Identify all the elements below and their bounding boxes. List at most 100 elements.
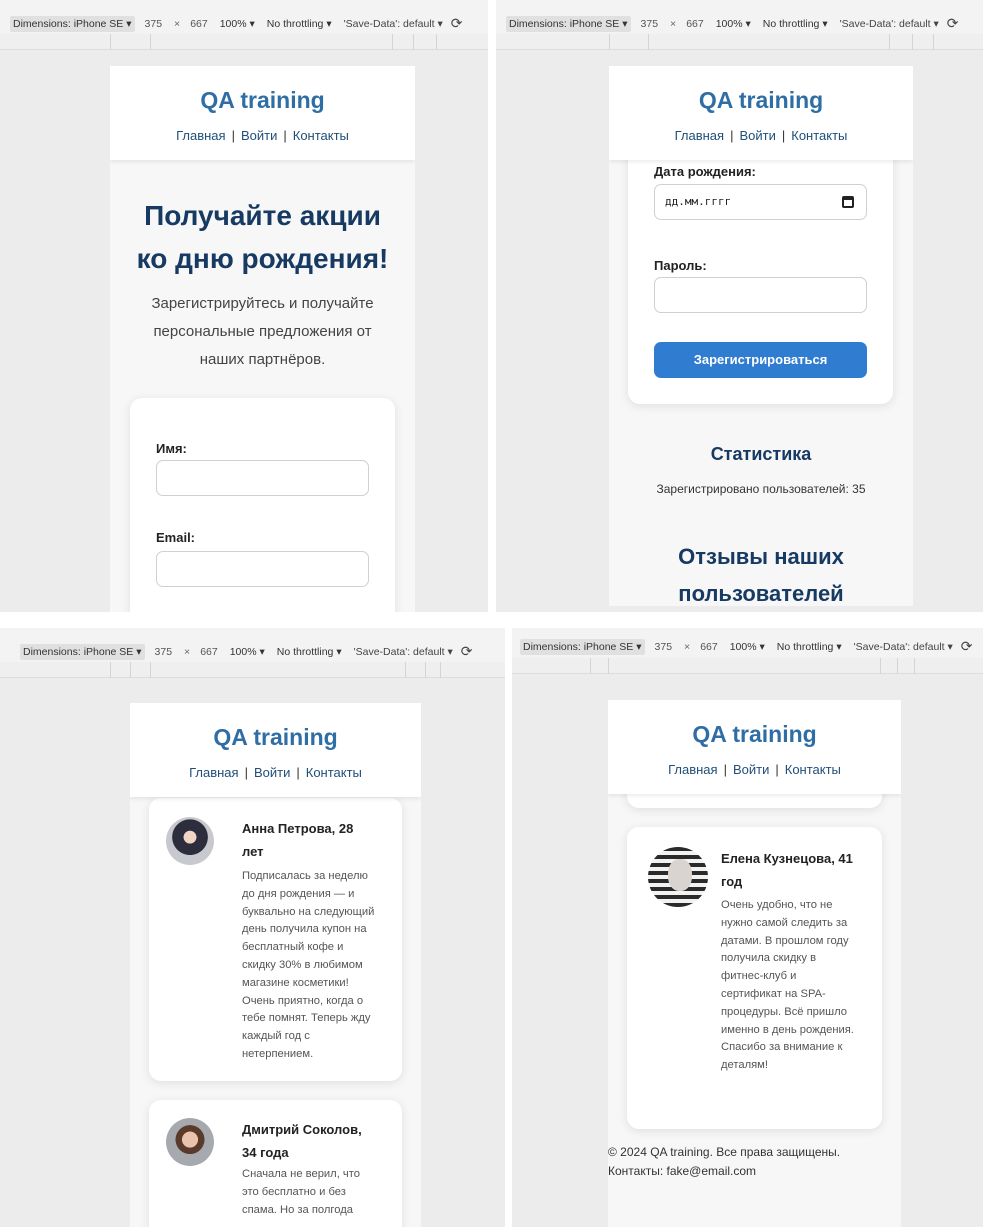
main-nav: Главная | Войти | Контакты (189, 765, 362, 780)
stats-title: Статистика (710, 444, 812, 464)
times-sign: × (184, 645, 191, 658)
review-name-line-1: Елена Кузнецова, 41 (721, 851, 853, 866)
times-sign: × (684, 640, 691, 653)
birthdate-label: Дата рождения: (654, 164, 756, 179)
nav-login[interactable]: Войти (254, 765, 290, 780)
review-card-dmitry: Дмитрий Соколов, 34 года Сначала не вери… (149, 1100, 402, 1227)
device-viewport: Анна Петрова, 28 лет Подписалась за неде… (130, 703, 421, 1227)
media-query-ruler (512, 658, 983, 674)
throttling-dropdown[interactable]: No throttling ▾ (277, 646, 342, 658)
site-header: QA training Главная | Войти | Контакты (609, 66, 913, 160)
media-query-ruler (0, 662, 505, 678)
height-value[interactable]: 667 (700, 641, 718, 653)
width-value[interactable]: 375 (145, 18, 163, 30)
review-name-line-1: Дмитрий Соколов, (242, 1122, 362, 1137)
hero-title-line-2: ко дню рождения! (136, 243, 389, 274)
nav-login[interactable]: Войти (241, 128, 277, 143)
save-data-dropdown[interactable]: 'Save-Data': default ▾ (854, 641, 953, 653)
media-query-ruler (0, 34, 488, 50)
footer-copyright: © 2024 QA training. Все права защищены. (608, 1145, 841, 1159)
avatar-elena-face (668, 859, 692, 891)
throttling-dropdown[interactable]: No throttling ▾ (763, 18, 828, 30)
throttling-dropdown[interactable]: No throttling ▾ (267, 18, 332, 30)
screenshot-panel-bottom-left: Dimensions: iPhone SE ▾ 375 × 667 100% ▾… (0, 628, 505, 1227)
screenshot-panel-bottom-right: Dimensions: iPhone SE ▾ 375 × 667 100% ▾… (512, 628, 983, 1227)
rotate-icon[interactable]: ⟳ (461, 643, 473, 660)
hero-subtitle-line-2: персональные предложения от (153, 323, 372, 340)
devtools-toolbar: Dimensions: iPhone SE ▾ 375 × 667 100% ▾… (0, 628, 505, 662)
birthdate-input[interactable]: дд.мм.гггг (654, 184, 867, 220)
site-header: QA training Главная | Войти | Контакты (130, 703, 421, 797)
nav-login[interactable]: Войти (739, 128, 775, 143)
email-input[interactable] (156, 551, 369, 587)
width-value[interactable]: 375 (155, 646, 173, 658)
height-value[interactable]: 667 (686, 18, 704, 30)
hero-subtitle-line-1: Зарегистрируйтесь и получайте (151, 295, 374, 312)
avatar-dmitry (166, 1118, 214, 1166)
footer: © 2024 QA training. Все права защищены. … (608, 1143, 840, 1181)
zoom-dropdown[interactable]: 100% ▾ (730, 641, 765, 653)
nav-contacts[interactable]: Контакты (791, 128, 847, 143)
devtools-toolbar: Dimensions: iPhone SE ▾ 375 × 667 100% ▾… (0, 0, 488, 34)
dimensions-dropdown[interactable]: Dimensions: iPhone SE ▾ (10, 15, 135, 32)
rotate-icon[interactable]: ⟳ (947, 15, 959, 32)
zoom-dropdown[interactable]: 100% ▾ (716, 18, 751, 30)
device-viewport: Елена Кузнецова, 41 год Очень удобно, чт… (608, 700, 901, 1227)
site-logo[interactable]: QA training (609, 66, 913, 114)
reviews-title-line-2: пользователей (678, 581, 844, 606)
nav-login[interactable]: Войти (733, 762, 769, 777)
main-nav: Главная | Войти | Контакты (674, 128, 848, 143)
review-card-elena: Елена Кузнецова, 41 год Очень удобно, чт… (627, 827, 882, 1129)
width-value[interactable]: 375 (641, 18, 659, 30)
avatar-anna (166, 817, 214, 865)
nav-contacts[interactable]: Контакты (306, 765, 362, 780)
review-text: Подписалась за неделю до дня рождения — … (242, 870, 375, 1060)
register-button[interactable]: Зарегистрироваться (654, 342, 867, 378)
password-input[interactable] (654, 277, 867, 313)
stats-text: Зарегистрировано пользователей: 35 (656, 482, 866, 496)
devtools-toolbar: Dimensions: iPhone SE ▾ 375 × 667 100% ▾… (496, 0, 983, 34)
save-data-dropdown[interactable]: 'Save-Data': default ▾ (344, 18, 443, 30)
site-logo[interactable]: QA training (110, 66, 415, 114)
review-text: Очень удобно, что не нужно самой следить… (721, 899, 854, 1072)
times-sign: × (174, 17, 181, 30)
nav-home[interactable]: Главная (189, 765, 238, 780)
main-nav: Главная | Войти | Контакты (176, 128, 349, 143)
reviews-title-line-1: Отзывы наших (678, 544, 844, 569)
device-viewport: Дата рождения: дд.мм.гггг Пароль: Зареги… (609, 66, 913, 606)
nav-home[interactable]: Главная (675, 128, 724, 143)
nav-contacts[interactable]: Контакты (293, 128, 349, 143)
save-data-dropdown[interactable]: 'Save-Data': default ▾ (354, 646, 453, 658)
zoom-dropdown[interactable]: 100% ▾ (230, 646, 265, 658)
height-value[interactable]: 667 (190, 18, 208, 30)
screenshot-panel-top-left: Dimensions: iPhone SE ▾ 375 × 667 100% ▾… (0, 0, 488, 612)
rotate-icon[interactable]: ⟳ (451, 15, 463, 32)
review-name-line-2: 34 года (242, 1145, 289, 1160)
dimensions-dropdown[interactable]: Dimensions: iPhone SE ▾ (520, 638, 645, 655)
review-name-line-2: лет (242, 844, 264, 859)
avatar-elena (648, 847, 708, 907)
rotate-icon[interactable]: ⟳ (961, 638, 973, 655)
site-header: QA training Главная | Войти | Контакты (608, 700, 901, 794)
width-value[interactable]: 375 (655, 641, 673, 653)
footer-contacts[interactable]: Контакты: fake@email.com (608, 1162, 840, 1181)
site-logo[interactable]: QA training (608, 700, 901, 748)
dimensions-dropdown[interactable]: Dimensions: iPhone SE ▾ (20, 643, 145, 660)
site-logo[interactable]: QA training (130, 703, 421, 751)
nav-home[interactable]: Главная (668, 762, 717, 777)
password-label: Пароль: (654, 258, 707, 273)
hero-subtitle-line-3: наших партнёров. (199, 351, 326, 368)
throttling-dropdown[interactable]: No throttling ▾ (777, 641, 842, 653)
nav-contacts[interactable]: Контакты (785, 762, 841, 777)
times-sign: × (670, 17, 677, 30)
main-nav: Главная | Войти | Контакты (668, 762, 841, 777)
calendar-icon[interactable] (842, 196, 854, 208)
dimensions-dropdown[interactable]: Dimensions: iPhone SE ▾ (506, 15, 631, 32)
nav-home[interactable]: Главная (176, 128, 225, 143)
height-value[interactable]: 667 (200, 646, 218, 658)
save-data-dropdown[interactable]: 'Save-Data': default ▾ (840, 18, 939, 30)
devtools-toolbar: Dimensions: iPhone SE ▾ 375 × 667 100% ▾… (512, 628, 983, 662)
review-text: Сначала не верил, что это бесплатно и бе… (242, 1168, 360, 1216)
name-input[interactable] (156, 460, 369, 496)
zoom-dropdown[interactable]: 100% ▾ (220, 18, 255, 30)
